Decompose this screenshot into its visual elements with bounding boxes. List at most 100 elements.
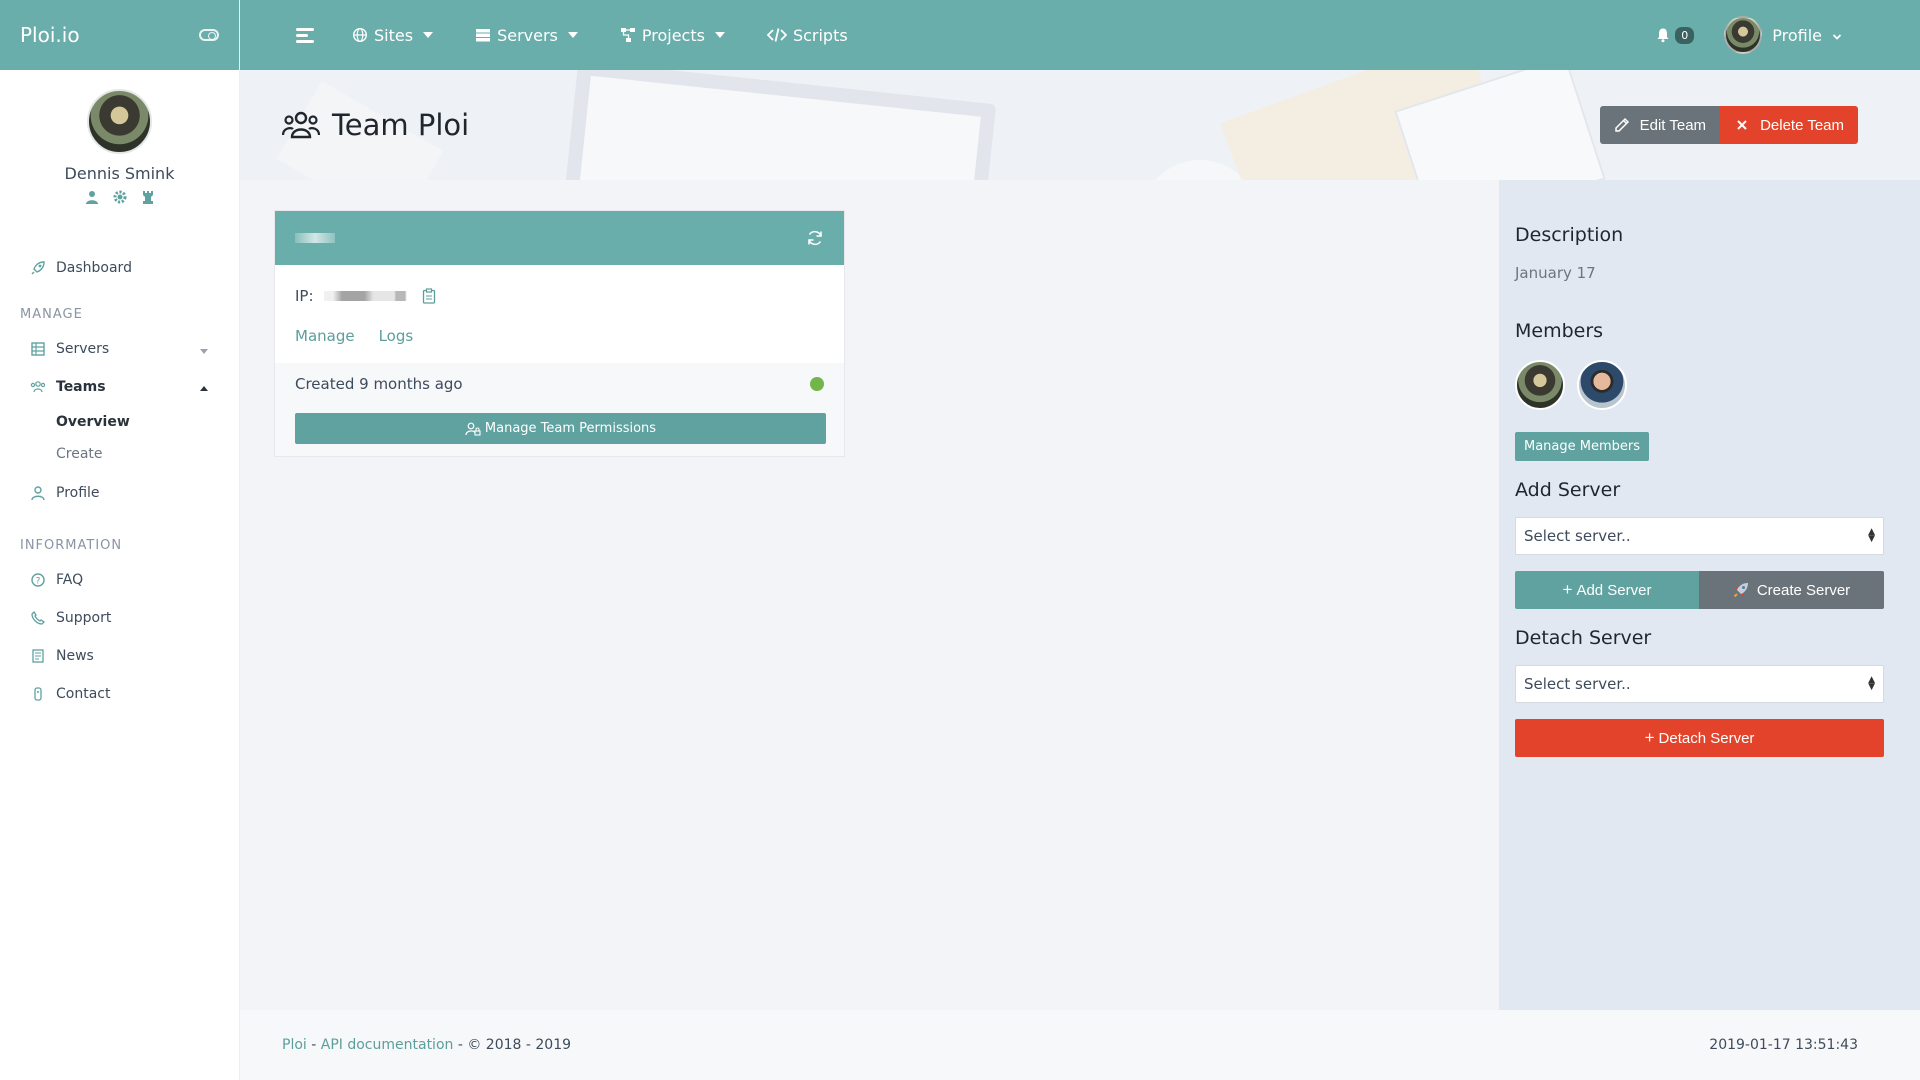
nav-projects[interactable]: Projects: [620, 26, 725, 45]
add-server-select[interactable]: Select server.. ▲ ▼: [1515, 517, 1884, 555]
page-title: Team Ploi: [282, 108, 469, 142]
header-actions: Edit Team Delete Team: [1599, 106, 1858, 144]
sitemap-icon: [620, 27, 636, 43]
member-avatar[interactable]: [1515, 360, 1565, 410]
ip-address-redacted: [323, 291, 414, 301]
footer-separator: -: [306, 1037, 321, 1053]
detach-server-select[interactable]: Select server.. ▲ ▼: [1515, 665, 1884, 703]
nav-sites-label: Sites: [374, 25, 414, 45]
footer-ploi-link[interactable]: Ploi: [282, 1037, 307, 1053]
server-card-header: [275, 211, 844, 265]
sidebar-item-label: News: [56, 648, 94, 664]
nav-servers[interactable]: Servers: [475, 26, 578, 45]
sidebar-item-label: Profile: [56, 485, 100, 501]
members-heading: Members: [1515, 320, 1604, 342]
edit-team-button[interactable]: Edit Team: [1599, 106, 1721, 144]
menu-icon[interactable]: [296, 25, 314, 46]
nav-scripts-label: Scripts: [792, 25, 848, 45]
edit-team-label: Edit Team: [1639, 116, 1707, 134]
delete-team-button[interactable]: Delete Team: [1720, 106, 1858, 144]
manage-section-heading: MANAGE: [20, 307, 83, 322]
server-icon: [475, 27, 491, 43]
bell-icon[interactable]: [1655, 27, 1671, 43]
sidebar-item-faq[interactable]: ? FAQ: [0, 561, 239, 599]
sidebar-item-dashboard[interactable]: Dashboard: [0, 249, 239, 287]
caret-down-icon: [423, 32, 434, 38]
notification-count-badge[interactable]: 0: [1675, 26, 1695, 44]
nav-sites[interactable]: Sites: [352, 25, 434, 45]
add-server-select-value: Select server..: [1524, 527, 1631, 545]
server-icon: [30, 341, 46, 357]
sidebar-item-news[interactable]: News: [0, 637, 239, 675]
create-server-button[interactable]: Create Server: [1699, 571, 1884, 609]
detach-server-button[interactable]: + Detach Server: [1515, 719, 1884, 757]
description-text: January 17: [1515, 264, 1596, 282]
manage-team-permissions-label: Manage Team Permissions: [484, 421, 657, 436]
manage-link[interactable]: Manage: [295, 327, 355, 345]
sidebar-item-label: Servers: [56, 341, 110, 357]
team-side-panel: Description January 17 Members Manage Me…: [1499, 180, 1920, 1010]
rocket-icon: [1733, 582, 1749, 598]
nav-projects-label: Projects: [641, 25, 705, 45]
page-header: Team Ploi Edit Team Delete Team: [240, 70, 1920, 180]
avatar[interactable]: [1724, 16, 1763, 54]
contact-icon: [30, 686, 46, 702]
sidebar-subitem-overview[interactable]: Overview: [0, 406, 239, 438]
sidebar-item-support[interactable]: Support: [0, 599, 239, 637]
sidebar-item-label: FAQ: [56, 572, 84, 588]
rook-icon[interactable]: [140, 189, 156, 205]
user-name: Dennis Smink: [64, 164, 175, 183]
page-title-text: Team Ploi: [332, 108, 470, 142]
plus-icon: +: [1562, 580, 1573, 599]
question-icon: ?: [30, 572, 46, 588]
create-server-label: Create Server: [1756, 581, 1851, 599]
footer-copyright: - © 2018 - 2019: [453, 1037, 572, 1053]
top-right-group: 0 Profile: [1655, 16, 1842, 54]
sidebar-item-label: Dashboard: [56, 260, 132, 276]
sidebar-item-servers[interactable]: Servers: [0, 330, 239, 368]
gear-icon[interactable]: [112, 189, 128, 205]
created-row: Created 9 months ago: [295, 375, 824, 393]
manage-members-button[interactable]: Manage Members: [1515, 432, 1650, 461]
header-decoration: [563, 70, 997, 180]
add-server-actions: + Add Server Create Server: [1515, 571, 1884, 609]
add-server-label: Add Server: [1576, 581, 1652, 599]
refresh-icon[interactable]: [806, 229, 824, 247]
detach-server-label: Detach Server: [1658, 729, 1755, 747]
caret-down-icon: [567, 32, 578, 38]
detach-server-heading: Detach Server: [1515, 627, 1652, 649]
user-box: Dennis Smink: [0, 70, 239, 205]
sidebar-subitem-create[interactable]: Create: [0, 438, 239, 470]
sidebar-item-label: Contact: [56, 686, 111, 702]
members-list: [1515, 360, 1884, 410]
sidebar-item-profile[interactable]: Profile: [0, 474, 239, 512]
status-online-indicator: [810, 377, 824, 391]
member-avatar[interactable]: [1577, 360, 1627, 410]
globe-icon: [352, 27, 368, 43]
created-text: Created 9 months ago: [295, 375, 463, 393]
caret-down-icon: [714, 32, 725, 38]
logs-link[interactable]: Logs: [379, 327, 414, 345]
user-admin-icon[interactable]: [84, 189, 100, 205]
chevron-down-icon[interactable]: [1832, 30, 1842, 40]
sidebar-item-label: Teams: [56, 379, 106, 395]
footer-timestamp: 2019-01-17 13:51:43: [1709, 1037, 1858, 1053]
add-server-button[interactable]: + Add Server: [1515, 571, 1699, 609]
select-arrows-icon: ▲ ▼: [1868, 675, 1875, 692]
server-card: IP: Manage Logs Created 9 months ago Man…: [274, 210, 845, 457]
sidebar: Ploi.io Dennis Smink Dashboard MANAGE Se…: [0, 0, 240, 1080]
sidebar-toggle-icon[interactable]: [199, 29, 219, 41]
information-section-heading: INFORMATION: [20, 538, 123, 553]
sidebar-item-contact[interactable]: Contact: [0, 675, 239, 713]
profile-menu-label[interactable]: Profile: [1772, 26, 1822, 45]
avatar[interactable]: [87, 89, 152, 154]
server-name-redacted[interactable]: [295, 233, 335, 243]
footer-api-docs-link[interactable]: API documentation: [321, 1037, 454, 1053]
nav-scripts[interactable]: Scripts: [766, 25, 848, 45]
sidebar-item-teams[interactable]: Teams: [0, 368, 239, 406]
chevron-up-icon: [199, 382, 209, 392]
brand-logo[interactable]: Ploi.io: [20, 23, 80, 47]
users-icon: [282, 109, 320, 141]
manage-team-permissions-button[interactable]: Manage Team Permissions: [295, 413, 826, 444]
clipboard-icon[interactable]: [422, 288, 436, 304]
